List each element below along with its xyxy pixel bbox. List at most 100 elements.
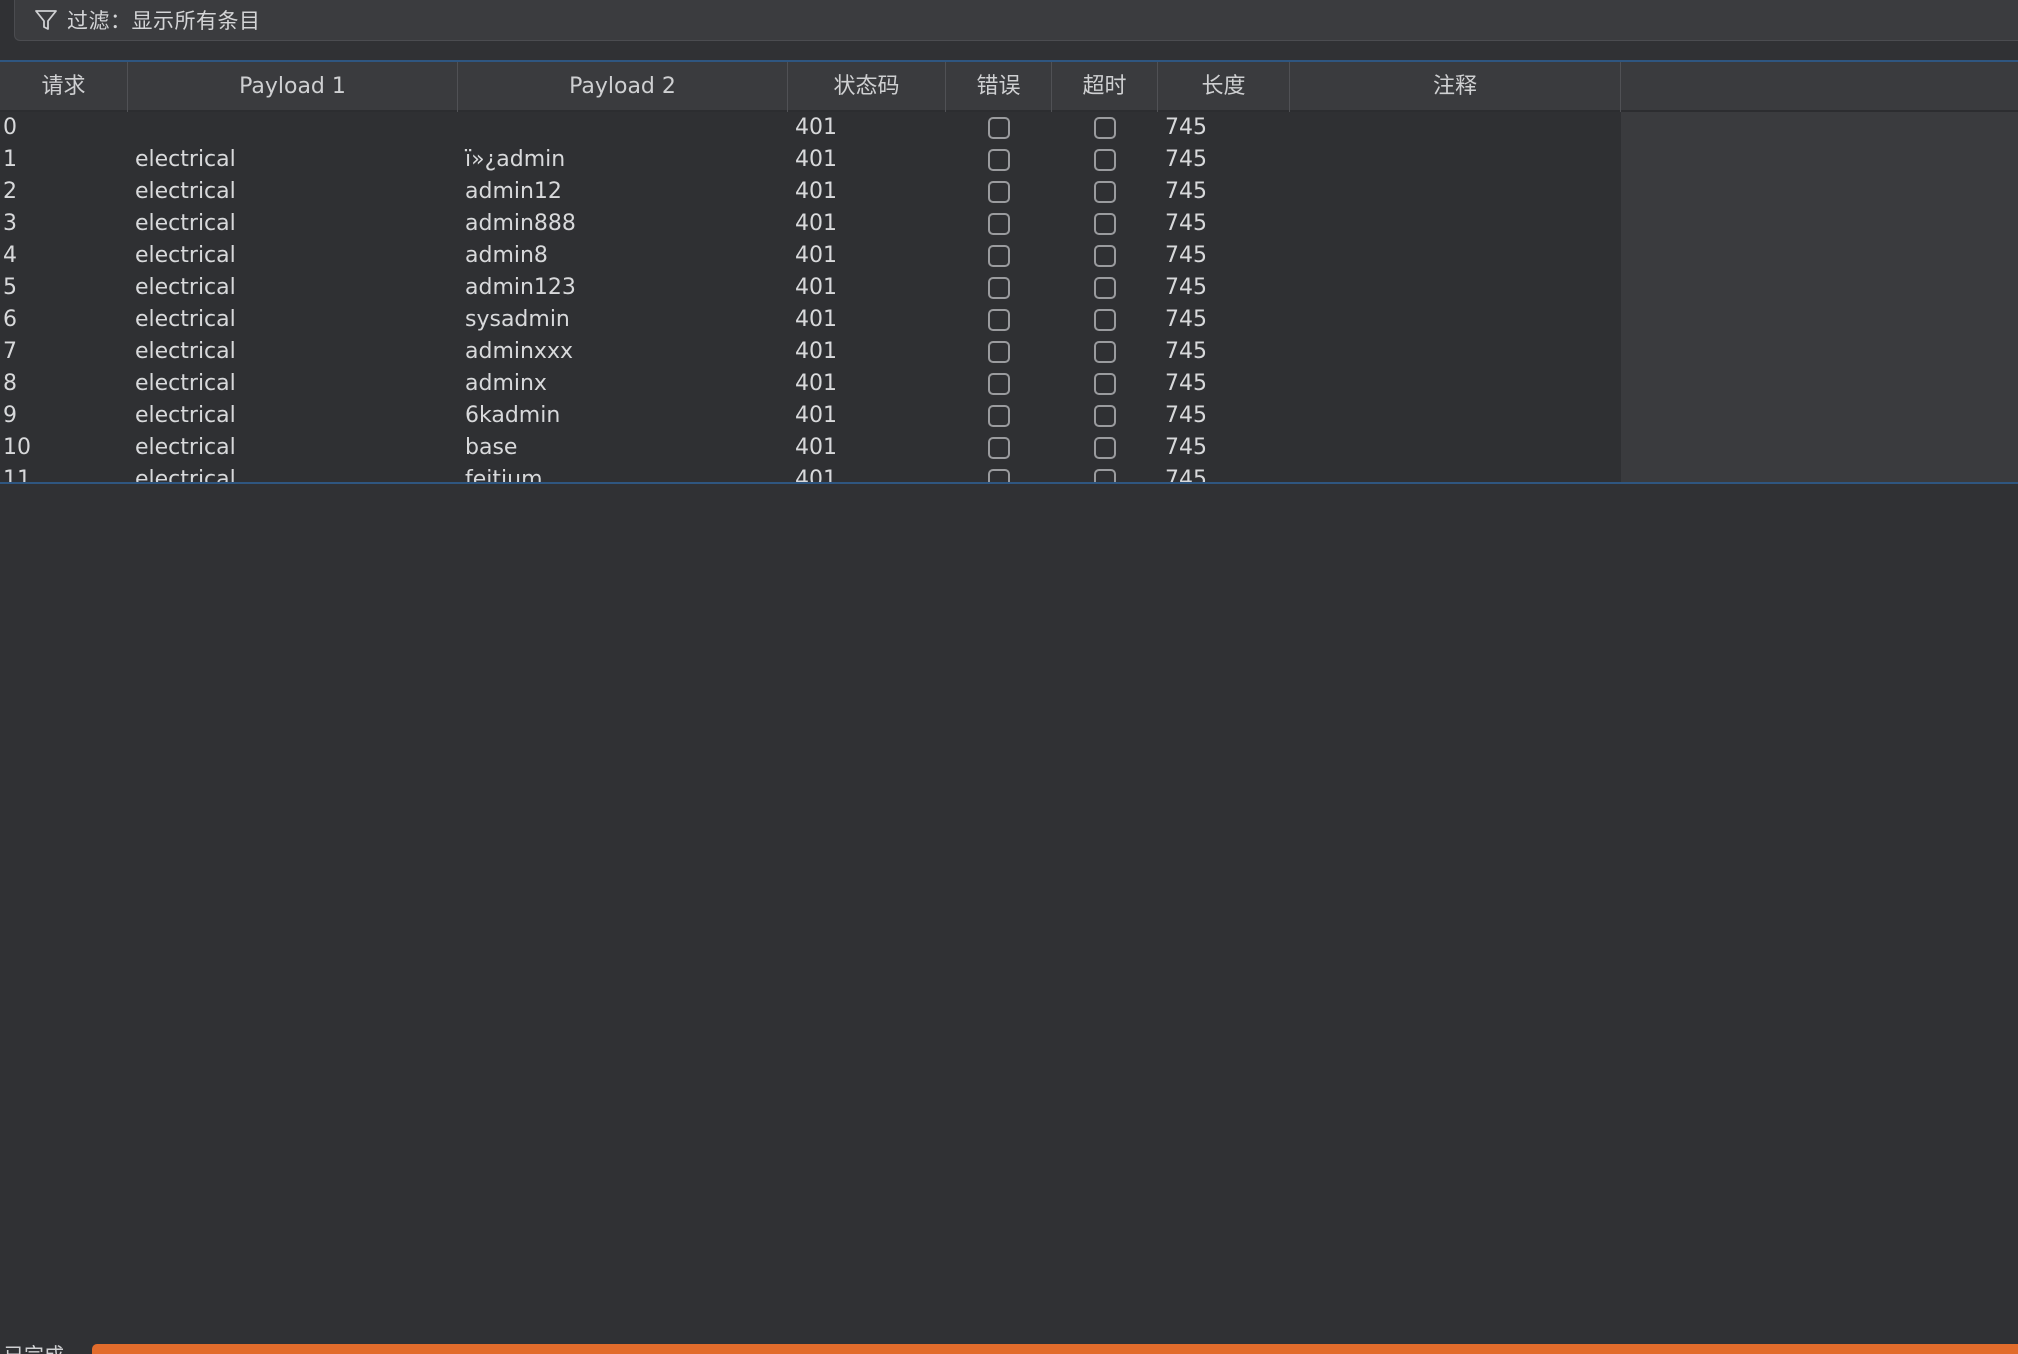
timeout-checkbox[interactable] — [1094, 469, 1116, 482]
cell-request: 8 — [3, 371, 17, 396]
timeout-checkbox[interactable] — [1094, 437, 1116, 459]
status-bar: 已完成 — [0, 1336, 2018, 1354]
cell-length: 745 — [1165, 339, 1207, 364]
status-text: 已完成 — [4, 1344, 64, 1354]
cell-payload1: electrical — [135, 339, 236, 364]
cell-request: 5 — [3, 275, 17, 300]
cell-length: 745 — [1165, 307, 1207, 332]
cell-payload1: electrical — [135, 211, 236, 236]
error-checkbox[interactable] — [988, 309, 1010, 331]
table-row[interactable]: 5 electrical admin123 401 745 — [0, 272, 1621, 304]
cell-payload2: ï»¿admin — [465, 147, 566, 172]
column-header-status[interactable]: 状态码 — [788, 62, 946, 112]
filter-label: 过滤：显示所有条目 — [67, 9, 261, 33]
error-checkbox[interactable] — [988, 405, 1010, 427]
cell-payload1: electrical — [135, 403, 236, 428]
cell-length: 745 — [1165, 371, 1207, 396]
cell-length: 745 — [1165, 243, 1207, 268]
column-header-request[interactable]: 请求 — [0, 62, 128, 112]
column-header-length[interactable]: 长度 — [1158, 62, 1290, 112]
error-checkbox[interactable] — [988, 469, 1010, 482]
cell-status: 401 — [795, 467, 837, 484]
cell-length: 745 — [1165, 115, 1207, 140]
cell-status: 401 — [795, 211, 837, 236]
timeout-checkbox[interactable] — [1094, 245, 1116, 267]
cell-request: 7 — [3, 339, 17, 364]
cell-status: 401 — [795, 275, 837, 300]
cell-length: 745 — [1165, 147, 1207, 172]
table-row[interactable]: 8 electrical adminx 401 745 — [0, 368, 1621, 400]
timeout-checkbox[interactable] — [1094, 181, 1116, 203]
timeout-checkbox[interactable] — [1094, 309, 1116, 331]
cell-status: 401 — [795, 307, 837, 332]
timeout-checkbox[interactable] — [1094, 405, 1116, 427]
cell-status: 401 — [795, 115, 837, 140]
column-header-comment[interactable]: 注释 — [1290, 62, 1621, 112]
filter-bar[interactable]: 过滤：显示所有条目 — [14, 0, 2018, 41]
cell-status: 401 — [795, 435, 837, 460]
cell-request: 2 — [3, 179, 17, 204]
cell-length: 745 — [1165, 179, 1207, 204]
cell-payload1: electrical — [135, 435, 236, 460]
intruder-results-window: 过滤：显示所有条目 请求 Payload 1 Payload 2 状态码 错误 … — [0, 0, 2018, 1354]
cell-payload2: adminx — [465, 371, 547, 396]
table-row[interactable]: 9 electrical 6kadmin 401 745 — [0, 400, 1621, 432]
filter-icon — [33, 7, 59, 33]
table-row[interactable]: 0 401 745 — [0, 112, 1621, 144]
cell-request: 11 — [3, 467, 31, 484]
cell-payload1: electrical — [135, 147, 236, 172]
error-checkbox[interactable] — [988, 149, 1010, 171]
timeout-checkbox[interactable] — [1094, 277, 1116, 299]
cell-payload1: electrical — [135, 307, 236, 332]
cell-length: 745 — [1165, 403, 1207, 428]
cell-request: 6 — [3, 307, 17, 332]
cell-length: 745 — [1165, 275, 1207, 300]
cell-request: 10 — [3, 435, 31, 460]
column-header-payload1[interactable]: Payload 1 — [128, 62, 458, 112]
table-row[interactable]: 10 electrical base 401 745 — [0, 432, 1621, 464]
error-checkbox[interactable] — [988, 213, 1010, 235]
cell-status: 401 — [795, 243, 837, 268]
error-checkbox[interactable] — [988, 437, 1010, 459]
progress-bar — [92, 1344, 2018, 1354]
timeout-checkbox[interactable] — [1094, 117, 1116, 139]
column-header-timeout[interactable]: 超时 — [1052, 62, 1158, 112]
cell-status: 401 — [795, 179, 837, 204]
cell-payload1: electrical — [135, 467, 236, 484]
column-header-payload2[interactable]: Payload 2 — [458, 62, 788, 112]
table-row[interactable]: 6 electrical sysadmin 401 745 — [0, 304, 1621, 336]
error-checkbox[interactable] — [988, 341, 1010, 363]
timeout-checkbox[interactable] — [1094, 149, 1116, 171]
cell-payload1: electrical — [135, 179, 236, 204]
table-row[interactable]: 4 electrical admin8 401 745 — [0, 240, 1621, 272]
cell-payload2: admin888 — [465, 211, 576, 236]
cell-payload2: admin123 — [465, 275, 576, 300]
error-checkbox[interactable] — [988, 181, 1010, 203]
cell-status: 401 — [795, 339, 837, 364]
table-row[interactable]: 3 electrical admin888 401 745 — [0, 208, 1621, 240]
timeout-checkbox[interactable] — [1094, 341, 1116, 363]
timeout-checkbox[interactable] — [1094, 373, 1116, 395]
cell-status: 401 — [795, 371, 837, 396]
table-row[interactable]: 2 electrical admin12 401 745 — [0, 176, 1621, 208]
cell-request: 9 — [3, 403, 17, 428]
error-checkbox[interactable] — [988, 245, 1010, 267]
table-row[interactable]: 7 electrical adminxxx 401 745 — [0, 336, 1621, 368]
column-header-error[interactable]: 错误 — [946, 62, 1052, 112]
cell-payload2: base — [465, 435, 518, 460]
table-row[interactable]: 11 electrical feitium 401 745 — [0, 464, 1621, 484]
error-checkbox[interactable] — [988, 117, 1010, 139]
cell-request: 0 — [3, 115, 17, 140]
table-row[interactable]: 1 electrical ï»¿admin 401 745 — [0, 144, 1621, 176]
table-body: 0 401 745 1 electrical ï»¿admin 401 745 2 electri… — [0, 112, 1621, 484]
cell-request: 3 — [3, 211, 17, 236]
cell-payload1: electrical — [135, 275, 236, 300]
timeout-checkbox[interactable] — [1094, 213, 1116, 235]
cell-payload2: 6kadmin — [465, 403, 561, 428]
cell-request: 4 — [3, 243, 17, 268]
error-checkbox[interactable] — [988, 373, 1010, 395]
cell-status: 401 — [795, 403, 837, 428]
cell-payload1: electrical — [135, 371, 236, 396]
error-checkbox[interactable] — [988, 277, 1010, 299]
cell-length: 745 — [1165, 435, 1207, 460]
